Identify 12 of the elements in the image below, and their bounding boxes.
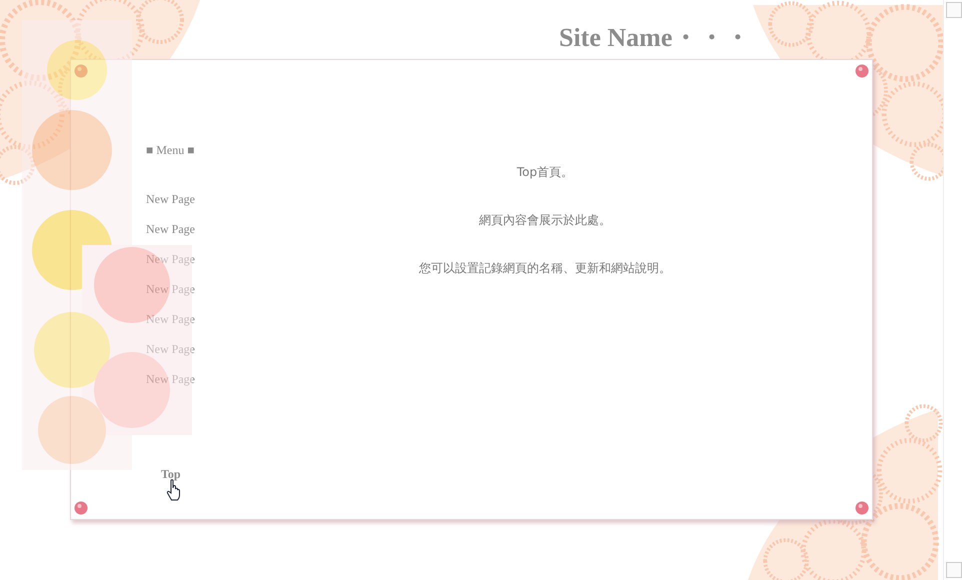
pin-icon — [855, 64, 869, 78]
menu-link[interactable]: New Page — [146, 192, 195, 222]
content-text: 您可以設置記錄網頁的名稱、更新和網站說明。 — [419, 261, 671, 276]
content-text: 網頁內容會展示於此處。 — [479, 213, 611, 228]
site-title: Site Name・・・ — [559, 22, 750, 54]
pin-icon — [855, 501, 869, 515]
scrollbar[interactable] — [943, 0, 962, 580]
pin-icon — [74, 501, 88, 515]
hand-cursor-icon — [166, 479, 182, 501]
content-text: Top首頁。 — [516, 165, 574, 180]
top-link[interactable]: Top — [161, 467, 181, 482]
menu-link[interactable]: New Page — [146, 222, 195, 252]
